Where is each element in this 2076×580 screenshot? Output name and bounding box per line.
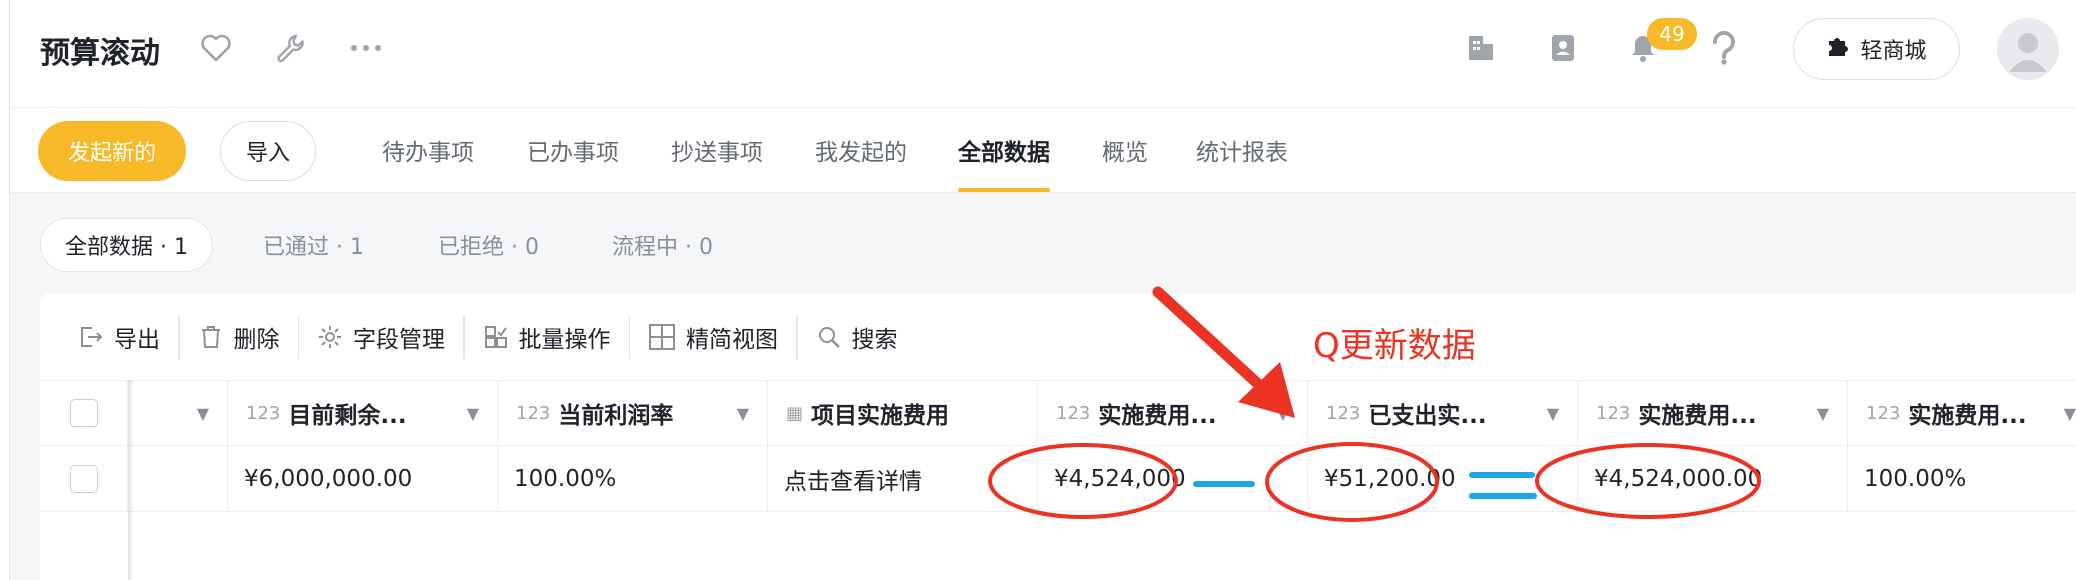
search-button[interactable]: 搜索 xyxy=(798,315,916,359)
batch-operation-button[interactable]: 批量操作 xyxy=(465,315,629,359)
notification-count-badge: 49 xyxy=(1647,18,1697,50)
filter-approved[interactable]: 已通过 · 1 xyxy=(263,218,364,272)
organization-building-icon[interactable] xyxy=(1461,28,1501,68)
left-edge xyxy=(0,0,10,580)
select-all-cell xyxy=(40,381,128,445)
table-cell[interactable]: ¥51,200.00 xyxy=(1308,446,1578,511)
compact-view-button[interactable]: 精简视图 xyxy=(630,315,796,359)
chevron-down-icon[interactable]: ▼ xyxy=(197,404,209,423)
tab-overview[interactable]: 概览 xyxy=(1102,108,1148,192)
tab-done[interactable]: 已办事项 xyxy=(527,108,619,192)
column-header[interactable]: 123 已支出实... ▼ xyxy=(1308,381,1578,445)
table-toolbar: 导出 删除 字段管理 批量操作 精简视图 搜索 xyxy=(40,294,2076,380)
chevron-down-icon[interactable]: ▼ xyxy=(1817,404,1829,423)
tab-bar: 发起新的 导入 待办事项 已办事项 抄送事项 我发起的 全部数据 概览 统计报表 xyxy=(10,108,2076,193)
chevron-down-icon[interactable]: ▼ xyxy=(737,404,749,423)
chevron-down-icon[interactable]: ▼ xyxy=(467,404,479,423)
number-icon: 123 xyxy=(516,402,551,424)
table-cell[interactable]: ¥4,524,000 xyxy=(1038,446,1308,511)
column-header[interactable]: 123 当前利润率 ▼ xyxy=(498,381,768,445)
view-details-link[interactable]: 点击查看详情 xyxy=(768,446,1038,511)
table-cell[interactable]: ¥4,524,000.00 xyxy=(1578,446,1848,511)
search-icon xyxy=(816,324,842,350)
row-select-cell xyxy=(40,446,128,511)
compact-view-label: 精简视图 xyxy=(686,327,778,353)
number-icon: 123 xyxy=(1056,402,1091,424)
frozen-column-shadow xyxy=(128,380,134,580)
chevron-down-icon[interactable]: ▼ xyxy=(1277,404,1289,423)
tab-todo[interactable]: 待办事项 xyxy=(382,108,474,192)
search-label: 搜索 xyxy=(851,327,898,353)
filter-in-progress[interactable]: 流程中 · 0 xyxy=(612,218,713,272)
column-header[interactable]: 123 实施费用... ▼ xyxy=(1038,381,1308,445)
top-header: 预算滚动 49 轻商城 xyxy=(10,0,2076,108)
column-header[interactable]: 123 实施费用... ▼ xyxy=(1578,381,1848,445)
collapsed-column-header[interactable]: ▼ xyxy=(128,381,228,445)
tab-cc[interactable]: 抄送事项 xyxy=(671,108,763,192)
mall-button[interactable]: 轻商城 xyxy=(1793,18,1960,80)
filter-rejected[interactable]: 已拒绝 · 0 xyxy=(438,218,539,272)
table-cell[interactable]: 100.00% xyxy=(1848,446,2076,511)
column-header[interactable]: 123 实施费用... ▼ xyxy=(1848,381,2076,445)
chevron-down-icon[interactable]: ▼ xyxy=(2064,404,2076,423)
table-cell[interactable]: ¥6,000,000.00 xyxy=(228,446,498,511)
puzzle-piece-icon xyxy=(1826,34,1850,64)
table-icon: ▦ xyxy=(786,402,804,424)
field-management-label: 字段管理 xyxy=(353,327,445,353)
batch-grid-icon xyxy=(483,324,509,350)
column-header[interactable]: 123 目前剩余... ▼ xyxy=(228,381,498,445)
more-options-icon[interactable] xyxy=(348,30,384,66)
number-icon: 123 xyxy=(1596,402,1631,424)
start-new-button[interactable]: 发起新的 xyxy=(38,121,186,181)
filter-all[interactable]: 全部数据 · 1 xyxy=(40,218,213,272)
wrench-icon[interactable] xyxy=(272,30,308,66)
export-button[interactable]: 导出 xyxy=(60,315,178,359)
table-cell[interactable]: 100.00% xyxy=(498,446,768,511)
number-icon: 123 xyxy=(1326,402,1361,424)
number-icon: 123 xyxy=(1866,402,1901,424)
contacts-book-icon[interactable] xyxy=(1543,28,1583,68)
select-all-checkbox[interactable] xyxy=(69,399,98,427)
table-row[interactable]: ¥6,000,000.00 100.00% 点击查看详情 ¥4,524,000 … xyxy=(40,446,2076,512)
collapsed-cell xyxy=(128,446,228,511)
mall-button-label: 轻商城 xyxy=(1860,39,1927,64)
export-label: 导出 xyxy=(114,327,160,353)
import-button[interactable]: 导入 xyxy=(220,121,316,181)
table-header-row: ▼ 123 目前剩余... ▼ 123 当前利润率 ▼ ▦ 项目实施费用 123 实施费… xyxy=(40,380,2076,446)
help-question-icon[interactable] xyxy=(1704,28,1744,68)
tab-reports[interactable]: 统计报表 xyxy=(1196,108,1288,192)
gear-icon xyxy=(317,324,343,350)
delete-label: 删除 xyxy=(233,327,280,353)
export-icon xyxy=(78,324,104,350)
trash-icon xyxy=(198,324,224,350)
batch-operation-label: 批量操作 xyxy=(518,327,611,353)
field-management-button[interactable]: 字段管理 xyxy=(299,315,463,359)
user-avatar[interactable] xyxy=(1997,18,2059,80)
tab-all-data[interactable]: 全部数据 xyxy=(958,108,1050,192)
favorite-heart-icon[interactable] xyxy=(198,30,234,66)
app-title: 预算滚动 xyxy=(40,36,160,71)
row-checkbox[interactable] xyxy=(69,464,98,493)
tab-initiated[interactable]: 我发起的 xyxy=(815,108,907,192)
column-header[interactable]: ▦ 项目实施费用 xyxy=(768,381,1038,445)
grid-view-icon xyxy=(648,323,676,351)
delete-button[interactable]: 删除 xyxy=(180,315,298,359)
number-icon: 123 xyxy=(246,402,281,424)
chevron-down-icon[interactable]: ▼ xyxy=(1547,404,1559,423)
data-table-card: 导出 删除 字段管理 批量操作 精简视图 搜索 ▼ 123 目前剩余... ▼ … xyxy=(40,294,2076,580)
